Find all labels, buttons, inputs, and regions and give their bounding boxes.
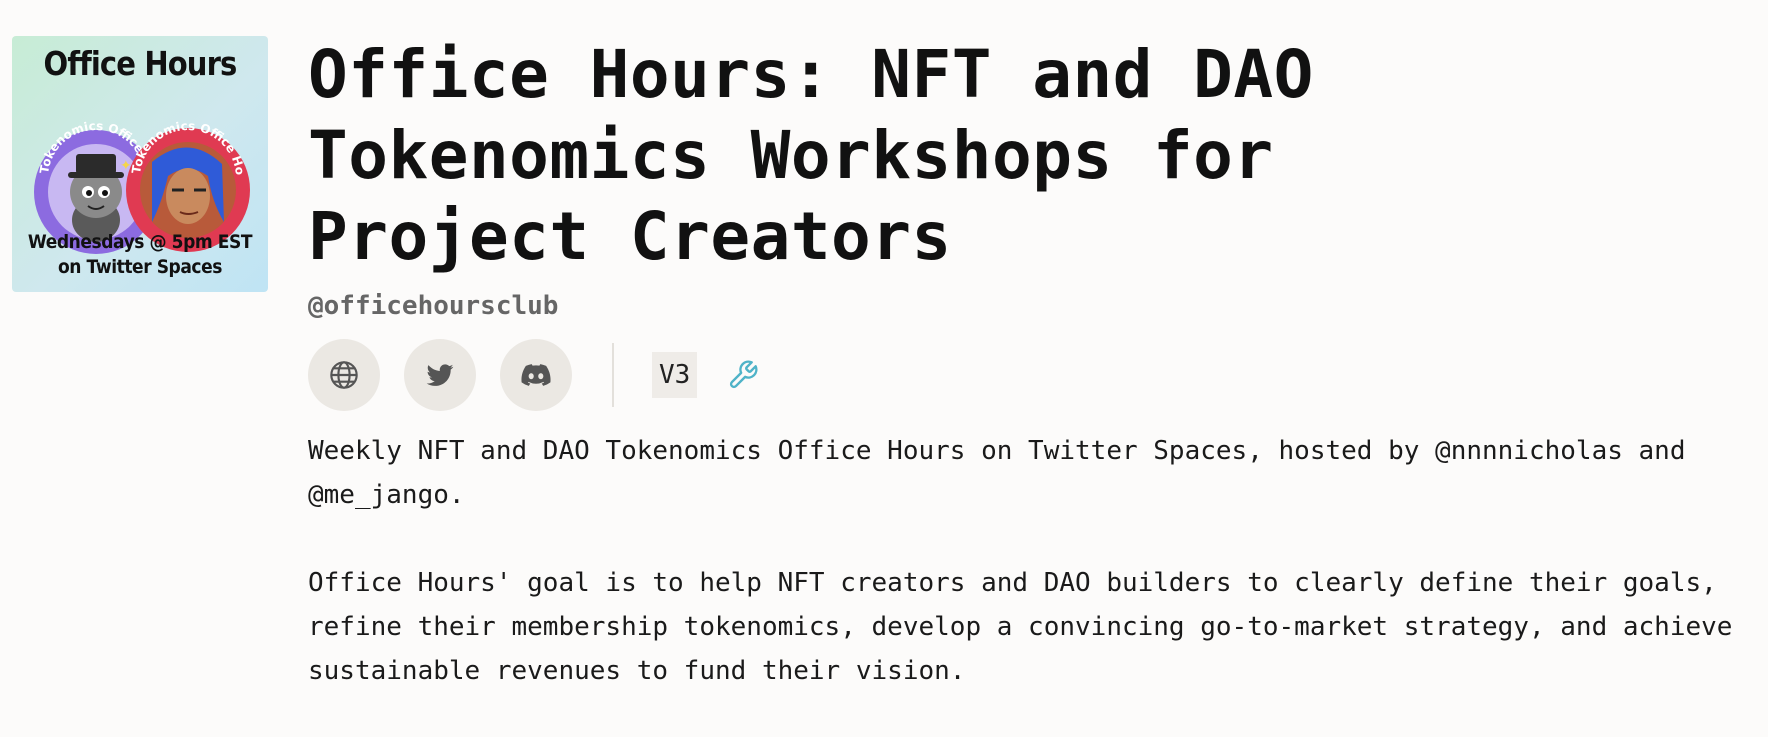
project-title: Office Hours: NFT and DAO Tokenomics Wor… (308, 36, 1314, 275)
website-link-button[interactable] (308, 339, 380, 411)
twitter-icon (426, 364, 454, 386)
project-logo: Office Hours Tokenomics Office Hours ✦ (12, 36, 268, 292)
project-links: V3 (308, 339, 1748, 411)
logo-caption-line1: Wednesdays @ 5pm EST (27, 231, 253, 253)
project-description: Weekly NFT and DAO Tokenomics Office Hou… (308, 429, 1758, 693)
project-header: Office Hours: NFT and DAO Tokenomics Wor… (308, 34, 1748, 737)
description-paragraph: Office Hours' goal is to help NFT creato… (308, 568, 1733, 686)
links-divider (612, 343, 614, 407)
version-badge: V3 (652, 352, 698, 398)
logo-caption: Wednesdays @ 5pm EST on Twitter Spaces (12, 230, 268, 280)
wrench-icon[interactable] (727, 359, 759, 391)
logo-caption-line2: on Twitter Spaces (57, 256, 222, 278)
globe-icon (330, 361, 358, 389)
project-handle[interactable]: @officehoursclub (308, 291, 1748, 321)
twitter-link-button[interactable] (404, 339, 476, 411)
logo-title: Office Hours (43, 44, 238, 83)
discord-link-button[interactable] (500, 339, 572, 411)
description-paragraph: Weekly NFT and DAO Tokenomics Office Hou… (308, 436, 1686, 510)
discord-icon (521, 364, 551, 386)
